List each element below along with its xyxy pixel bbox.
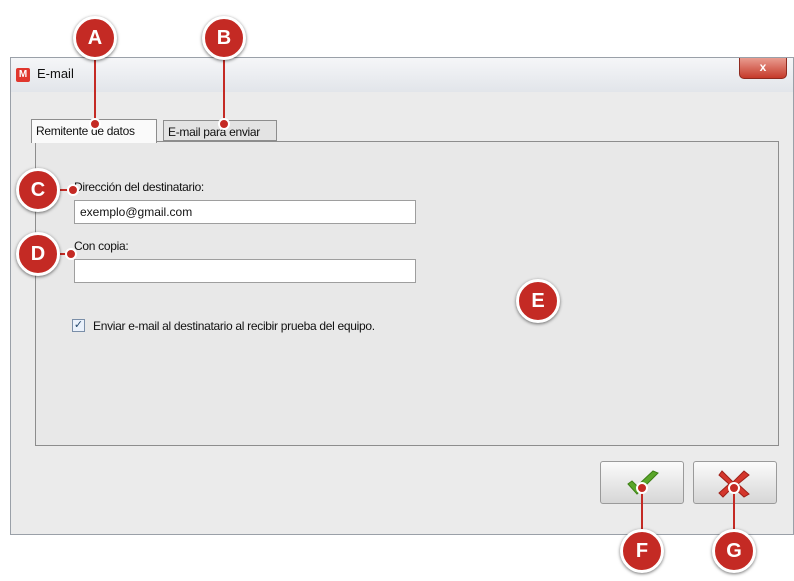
send-on-receive-label: Enviar e-mail al destinatario al recibir… <box>93 319 375 333</box>
title-bar: M E-mail x <box>11 58 793 92</box>
app-logo-icon: M <box>16 68 30 82</box>
cc-email-input[interactable] <box>74 259 416 283</box>
callout-g: G <box>712 529 756 573</box>
callout-f: F <box>620 529 664 573</box>
callout-c: C <box>16 168 60 212</box>
tab-panel: Dirección del destinatario: Con copia: ✓… <box>35 141 779 446</box>
recipient-email-input[interactable] <box>74 200 416 224</box>
callout-d: D <box>16 232 60 276</box>
callout-b: B <box>202 16 246 60</box>
window-title: E-mail <box>37 66 74 81</box>
callout-b-pointer <box>218 118 230 130</box>
recipient-label: Dirección del destinatario: <box>74 180 204 194</box>
callout-d-pointer <box>65 248 77 260</box>
callout-g-pointer <box>728 482 740 494</box>
callout-a-pointer <box>89 118 101 130</box>
callout-f-pointer <box>636 482 648 494</box>
send-on-receive-checkbox[interactable]: ✓ <box>72 319 85 332</box>
close-button[interactable]: x <box>739 58 787 79</box>
email-dialog: M E-mail x Remitente de datos E-mail par… <box>10 57 794 535</box>
callout-a: A <box>73 16 117 60</box>
cc-label: Con copia: <box>74 239 129 253</box>
callout-c-pointer <box>67 184 79 196</box>
callout-e: E <box>516 279 560 323</box>
